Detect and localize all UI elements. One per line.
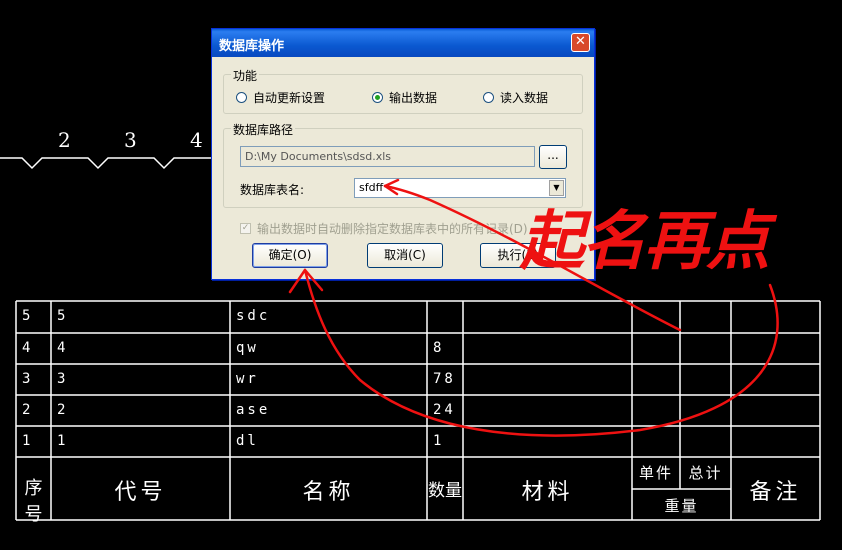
handwritten-annotation-text: 起名再点 bbox=[520, 204, 770, 279]
